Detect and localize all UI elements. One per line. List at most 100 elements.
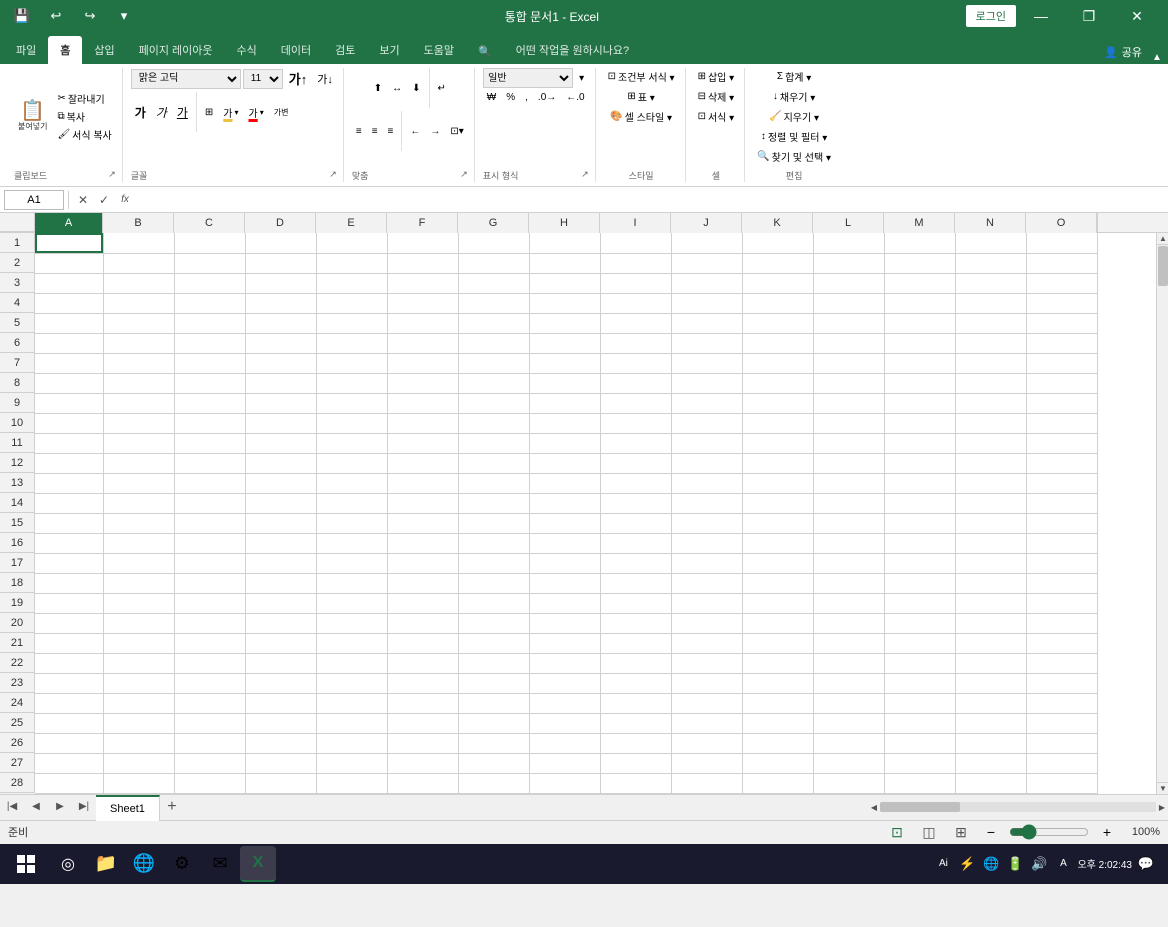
cell-H23[interactable] [529, 673, 600, 693]
row-header-19[interactable]: 19 [0, 593, 35, 613]
cell-A21[interactable] [35, 633, 103, 653]
cell-H22[interactable] [529, 653, 600, 673]
cell-E24[interactable] [316, 693, 387, 713]
cell-J28[interactable] [671, 773, 742, 793]
tab-data[interactable]: 데이터 [269, 36, 323, 64]
scroll-up-button[interactable]: ▲ [1157, 233, 1168, 245]
cell-J23[interactable] [671, 673, 742, 693]
cell-I2[interactable] [600, 253, 671, 273]
cell-M24[interactable] [884, 693, 955, 713]
row-header-27[interactable]: 27 [0, 753, 35, 773]
format-painter-button[interactable]: 🖌 서식 복사 [53, 126, 115, 143]
cell-D20[interactable] [245, 613, 316, 633]
find-select-button[interactable]: 🔍 찾기 및 선택 ▾ [753, 148, 835, 165]
cell-I6[interactable] [600, 333, 671, 353]
cell-N28[interactable] [955, 773, 1026, 793]
insert-function-button[interactable]: fx [115, 190, 135, 210]
cell-I12[interactable] [600, 453, 671, 473]
cell-A16[interactable] [35, 533, 103, 553]
cell-C20[interactable] [174, 613, 245, 633]
cell-J4[interactable] [671, 293, 742, 313]
cell-G16[interactable] [458, 533, 529, 553]
cell-K7[interactable] [742, 353, 813, 373]
normal-view-button[interactable]: ⊡ [885, 822, 909, 842]
cell-K25[interactable] [742, 713, 813, 733]
cell-A13[interactable] [35, 473, 103, 493]
cell-O17[interactable] [1026, 553, 1097, 573]
bold-button[interactable]: 가 [131, 103, 150, 122]
cell-O8[interactable] [1026, 373, 1097, 393]
cell-J26[interactable] [671, 733, 742, 753]
cell-A24[interactable] [35, 693, 103, 713]
cell-G28[interactable] [458, 773, 529, 793]
cell-J10[interactable] [671, 413, 742, 433]
cell-J22[interactable] [671, 653, 742, 673]
cell-L20[interactable] [813, 613, 884, 633]
notification-button[interactable]: 💬 [1136, 854, 1156, 874]
cell-A3[interactable] [35, 273, 103, 293]
cell-D4[interactable] [245, 293, 316, 313]
cell-L15[interactable] [813, 513, 884, 533]
border-button[interactable]: ⊞ [201, 106, 217, 119]
cell-O23[interactable] [1026, 673, 1097, 693]
cell-F20[interactable] [387, 613, 458, 633]
cell-K16[interactable] [742, 533, 813, 553]
cell-E10[interactable] [316, 413, 387, 433]
cell-M21[interactable] [884, 633, 955, 653]
cell-H25[interactable] [529, 713, 600, 733]
cell-N15[interactable] [955, 513, 1026, 533]
cell-K14[interactable] [742, 493, 813, 513]
col-header-o[interactable]: O [1026, 213, 1097, 233]
increase-font-button[interactable]: 가↑ [285, 68, 311, 89]
decrease-font-button[interactable]: 가↓ [313, 70, 337, 88]
cell-H14[interactable] [529, 493, 600, 513]
cell-C28[interactable] [174, 773, 245, 793]
row-header-11[interactable]: 11 [0, 433, 35, 453]
cell-I27[interactable] [600, 753, 671, 773]
cell-O14[interactable] [1026, 493, 1097, 513]
cell-I5[interactable] [600, 313, 671, 333]
cell-C13[interactable] [174, 473, 245, 493]
cell-L2[interactable] [813, 253, 884, 273]
cell-A6[interactable] [35, 333, 103, 353]
cell-E7[interactable] [316, 353, 387, 373]
cell-I22[interactable] [600, 653, 671, 673]
cell-G2[interactable] [458, 253, 529, 273]
scroll-thumb[interactable] [1158, 246, 1168, 286]
cell-K21[interactable] [742, 633, 813, 653]
col-header-l[interactable]: L [813, 213, 884, 233]
cell-B2[interactable] [103, 253, 174, 273]
cell-H19[interactable] [529, 593, 600, 613]
cell-H9[interactable] [529, 393, 600, 413]
cell-E11[interactable] [316, 433, 387, 453]
cell-F10[interactable] [387, 413, 458, 433]
cell-H16[interactable] [529, 533, 600, 553]
currency-button[interactable]: ₩ [483, 91, 500, 104]
cell-D9[interactable] [245, 393, 316, 413]
cell-G12[interactable] [458, 453, 529, 473]
cell-I11[interactable] [600, 433, 671, 453]
cell-F18[interactable] [387, 573, 458, 593]
cell-E22[interactable] [316, 653, 387, 673]
h-scroll-thumb[interactable] [880, 802, 960, 812]
row-header-7[interactable]: 7 [0, 353, 35, 373]
cell-J17[interactable] [671, 553, 742, 573]
cell-J7[interactable] [671, 353, 742, 373]
cell-F2[interactable] [387, 253, 458, 273]
cell-I19[interactable] [600, 593, 671, 613]
cell-K20[interactable] [742, 613, 813, 633]
cell-K28[interactable] [742, 773, 813, 793]
cell-D7[interactable] [245, 353, 316, 373]
share-button[interactable]: 👤 공유 [1096, 40, 1150, 64]
cut-button[interactable]: ✂ 잘라내기 [53, 90, 115, 107]
cell-A25[interactable] [35, 713, 103, 733]
cell-F27[interactable] [387, 753, 458, 773]
settings-button[interactable]: ⚙ [164, 846, 200, 882]
cell-I14[interactable] [600, 493, 671, 513]
cell-L7[interactable] [813, 353, 884, 373]
cell-M5[interactable] [884, 313, 955, 333]
cell-M25[interactable] [884, 713, 955, 733]
cell-J27[interactable] [671, 753, 742, 773]
cell-F7[interactable] [387, 353, 458, 373]
cell-C19[interactable] [174, 593, 245, 613]
